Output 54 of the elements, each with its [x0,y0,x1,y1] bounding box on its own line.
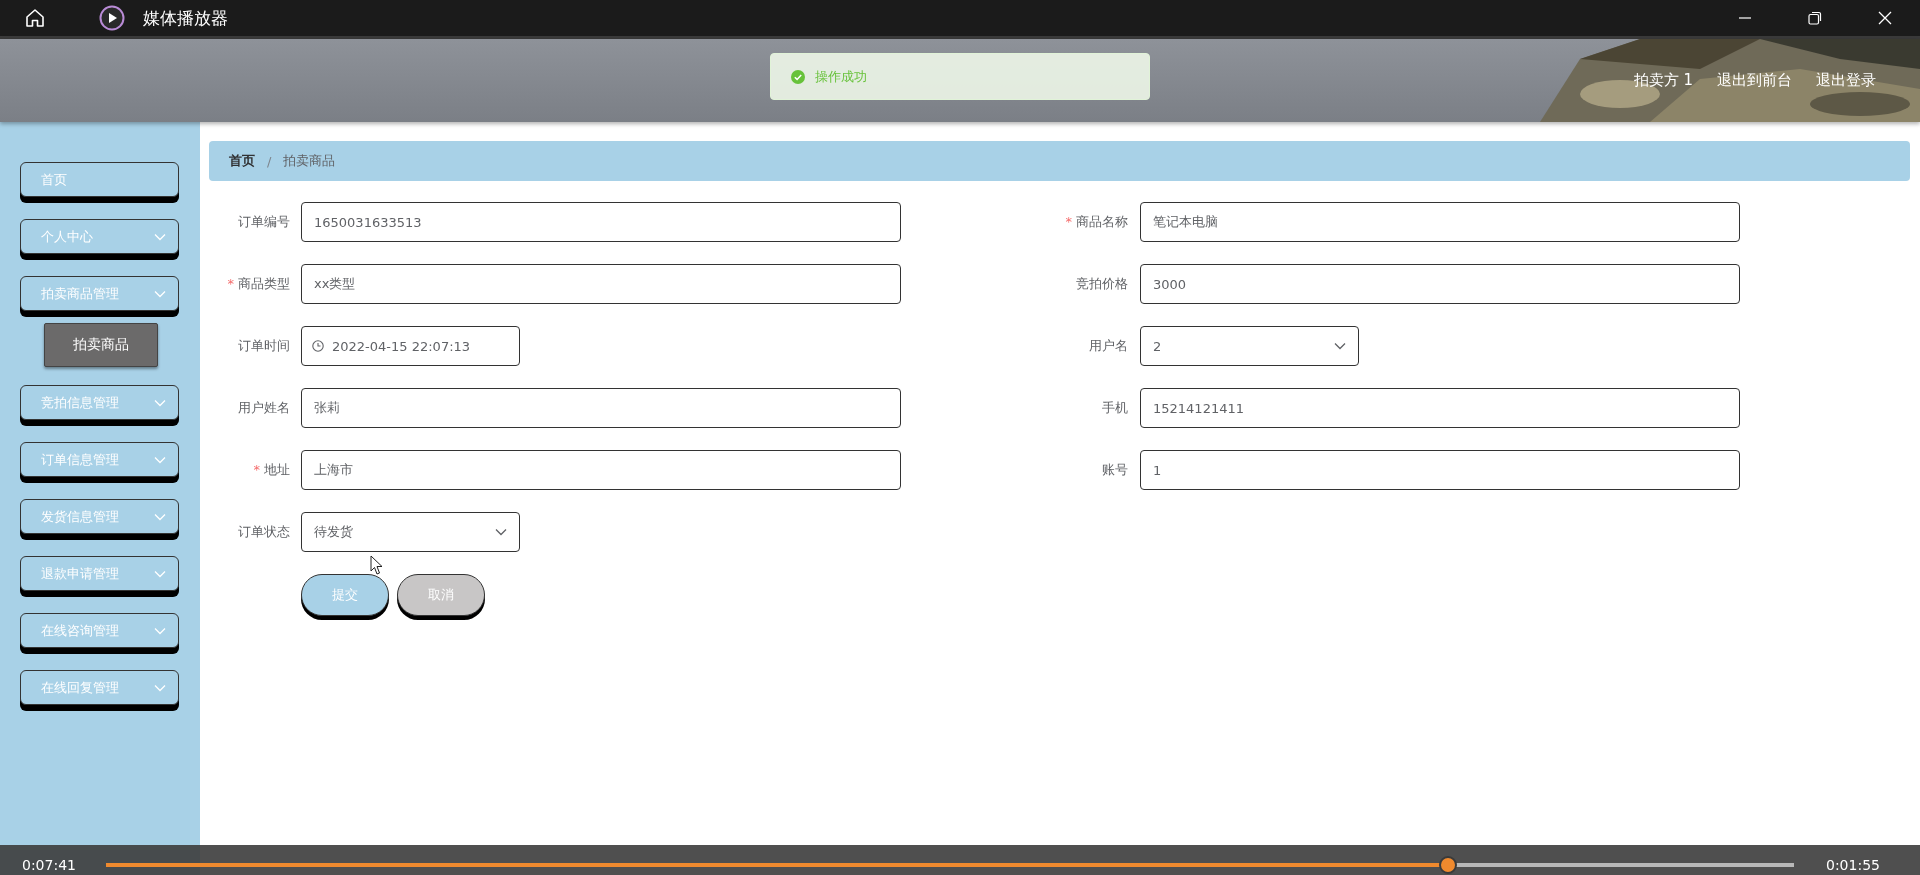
play-logo-icon [99,5,125,31]
check-circle-icon [791,69,805,84]
chevron-icon [154,455,166,464]
close-icon [1878,11,1892,25]
window-title: 媒体播放器 [143,6,228,30]
field-label: * 商品名称 [1064,213,1129,231]
input-field[interactable]: 1 [1140,450,1740,490]
field-label: 订单时间 [237,337,291,355]
date-value: 2022-04-15 22:07:13 [332,338,471,354]
breadcrumb-item[interactable]: 首页 [229,152,255,170]
select-value: 2 [1153,338,1162,354]
select-value: 待发货 [314,523,353,541]
field-label: 用户姓名 [237,399,291,417]
chevron-icon [154,569,166,578]
select-field[interactable]: 2 [1140,326,1359,366]
chevron-icon [154,289,166,298]
chevron-icon [154,398,166,407]
field-label: 订单编号 [237,213,291,231]
chevron-icon [154,232,166,241]
clock-icon [312,340,324,352]
input-field[interactable]: 1650031633513 [301,202,901,242]
breadcrumb-separator: / [267,153,272,169]
input-field[interactable]: 笔记本电脑 [1140,202,1740,242]
input-field[interactable]: 张莉 [301,388,901,428]
input-field[interactable]: xx类型 [301,264,901,304]
field-label: * 地址 [252,461,291,479]
caret-icon [1334,342,1346,350]
input-field[interactable]: 15214121411 [1140,388,1740,428]
field-label: 竞拍价格 [1075,275,1129,293]
remaining-time: 0:01:55 [1826,857,1880,873]
select-field[interactable]: 待发货 [301,512,520,552]
field-label: * 商品类型 [226,275,291,293]
chevron-icon [154,626,166,635]
input-field[interactable]: 上海市 [301,450,901,490]
pointer-icon [370,555,384,576]
header-link[interactable]: 退出登录 [1816,71,1876,90]
header-link[interactable]: 退出到前台 [1717,71,1792,90]
chevron-icon [154,683,166,692]
field-label: 账号 [1101,461,1129,479]
field-label: 手机 [1101,399,1129,417]
chevron-icon [154,512,166,521]
header-link[interactable]: 拍卖方 1 [1633,71,1693,90]
elapsed-time: 0:07:41 [22,857,76,873]
home-icon[interactable] [24,7,46,29]
breadcrumb-item: 拍卖商品 [283,152,336,170]
field-label: 用户名 [1088,337,1129,355]
sidebar-subitem[interactable]: 拍卖商品 [44,323,158,367]
date-field[interactable]: 2022-04-15 22:07:13 [301,326,520,366]
field-label: 订单状态 [237,523,291,541]
caret-icon [495,528,507,536]
restore-icon [1808,11,1822,25]
input-field[interactable]: 3000 [1140,264,1740,304]
seek-handle[interactable] [1438,856,1457,874]
toast-message: 操作成功 [815,67,867,86]
